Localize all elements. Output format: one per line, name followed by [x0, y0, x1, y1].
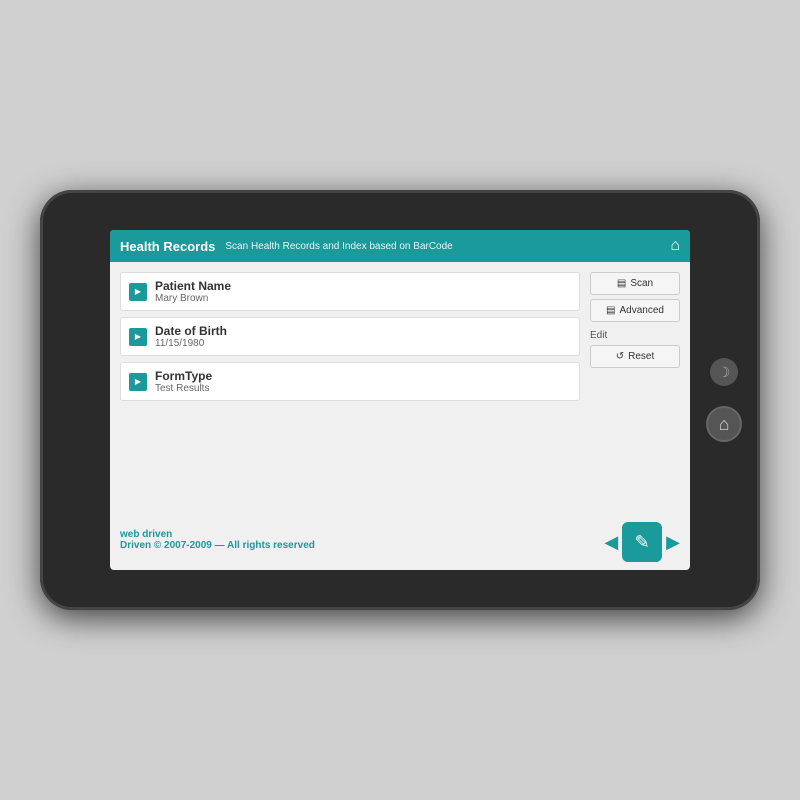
device-screen: Health Records Scan Health Records and I…: [110, 230, 690, 570]
patient-name-label: Patient Name: [155, 279, 231, 293]
advanced-button[interactable]: ▤ Advanced: [590, 299, 680, 322]
buttons-panel: ▤ Scan ▤ Advanced Edit ↺ Reset: [590, 272, 680, 500]
formtype-label: FormType: [155, 369, 212, 383]
device: Health Records Scan Health Records and I…: [40, 190, 760, 610]
dob-label: Date of Birth: [155, 324, 227, 338]
moon-button[interactable]: [710, 358, 738, 386]
app-subtitle: Scan Health Records and Index based on B…: [225, 241, 670, 252]
formtype-icon: [129, 373, 147, 391]
app-header: Health Records Scan Health Records and I…: [110, 230, 690, 262]
footer-brand: web driven Driven © 2007-2009 — All righ…: [120, 529, 315, 551]
header-home-icon[interactable]: ⌂: [670, 237, 680, 255]
dob-icon: [129, 328, 147, 346]
main-content: Patient Name Mary Brown Date of Birth 11…: [110, 262, 690, 510]
home-button[interactable]: [706, 406, 742, 442]
scan-button[interactable]: ▤ Scan: [590, 272, 680, 295]
formtype-value: Test Results: [155, 383, 212, 394]
nav-prev-arrow[interactable]: ◀: [604, 532, 618, 553]
nav-controls: ◀ ▶: [604, 522, 680, 562]
reset-button[interactable]: ↺ Reset: [590, 345, 680, 368]
edit-section-label: Edit: [590, 330, 680, 341]
brand-copyright: Driven © 2007-2009 — All rights reserved: [120, 540, 315, 551]
device-side-buttons: [706, 358, 742, 442]
nav-next-arrow[interactable]: ▶: [666, 532, 680, 553]
formtype-field[interactable]: FormType Test Results: [120, 362, 580, 401]
nav-center-button[interactable]: [622, 522, 662, 562]
reset-icon: ↺: [616, 351, 624, 362]
dob-value: 11/15/1980: [155, 338, 227, 349]
app-title: Health Records: [120, 239, 215, 254]
scan-icon: ▤: [617, 278, 626, 289]
patient-name-field[interactable]: Patient Name Mary Brown: [120, 272, 580, 311]
advanced-icon: ▤: [606, 305, 615, 316]
patient-name-value: Mary Brown: [155, 293, 231, 304]
footer: web driven Driven © 2007-2009 — All righ…: [110, 510, 690, 570]
brand-prefix: web: [120, 529, 142, 540]
fields-panel: Patient Name Mary Brown Date of Birth 11…: [120, 272, 580, 500]
dob-field[interactable]: Date of Birth 11/15/1980: [120, 317, 580, 356]
brand-name: driven: [142, 529, 172, 540]
patient-name-icon: [129, 283, 147, 301]
